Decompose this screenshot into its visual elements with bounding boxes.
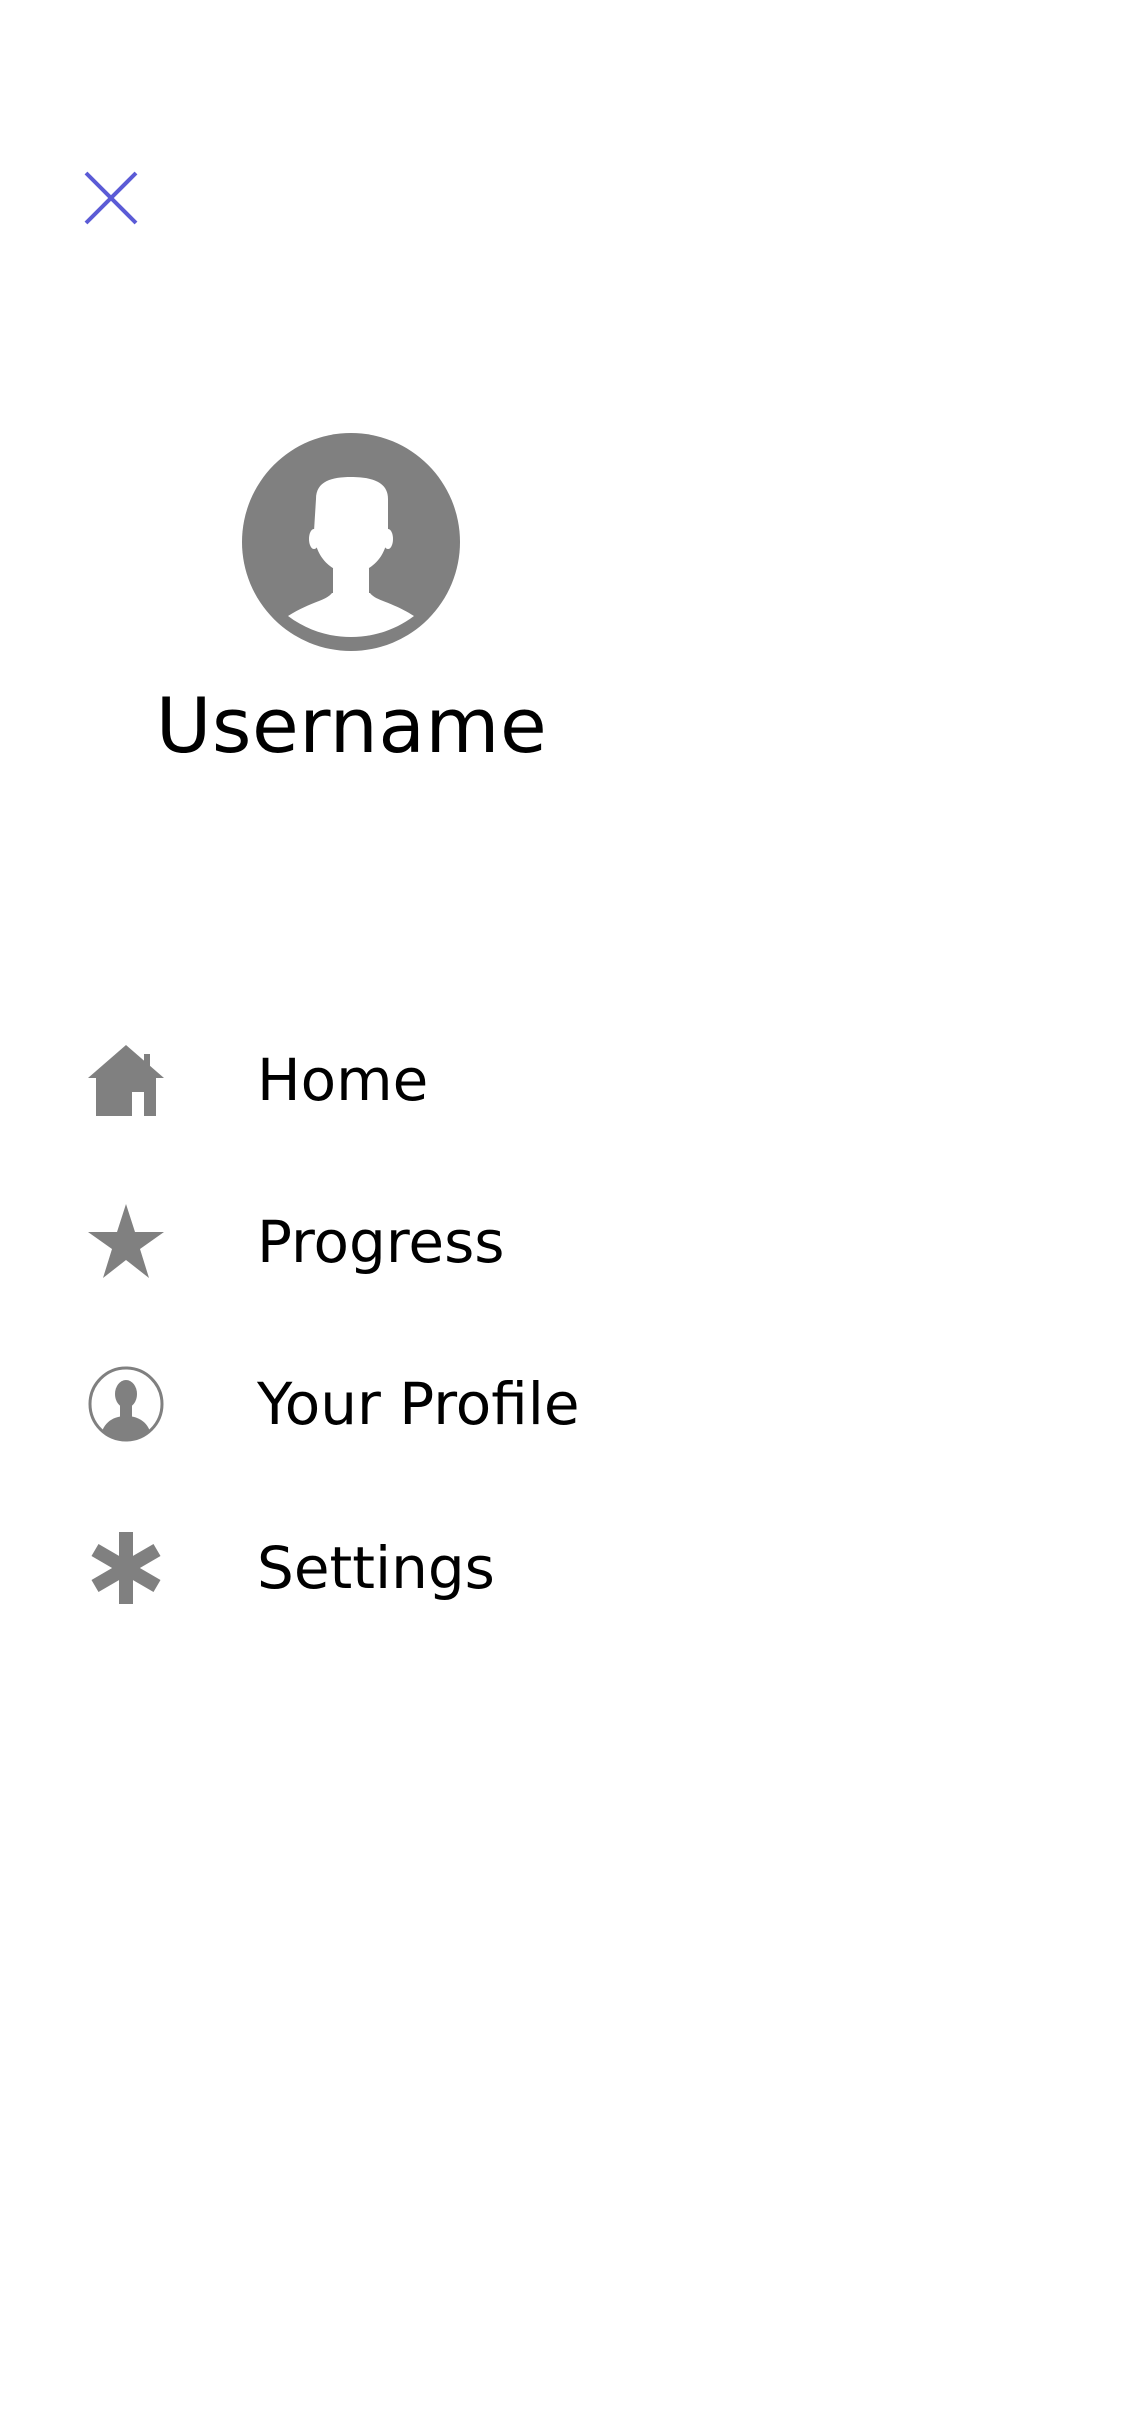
close-icon <box>84 171 138 225</box>
menu-item-progress[interactable]: Progress <box>86 1192 986 1292</box>
menu-item-settings[interactable]: Settings <box>86 1518 986 1618</box>
username: Username <box>155 681 548 770</box>
menu-item-label: Your Profile <box>257 1370 580 1438</box>
menu-item-your-profile[interactable]: Your Profile <box>86 1354 986 1454</box>
avatar <box>242 433 460 651</box>
asterisk-icon <box>86 1528 166 1608</box>
profile-icon <box>86 1364 166 1444</box>
menu-item-label: Home <box>257 1046 429 1114</box>
star-icon <box>86 1202 166 1282</box>
menu-item-label: Settings <box>257 1534 495 1602</box>
user-silhouette-icon <box>242 433 460 651</box>
menu-item-label: Progress <box>257 1208 505 1276</box>
home-icon <box>86 1040 166 1120</box>
menu-item-home[interactable]: Home <box>86 1030 986 1130</box>
close-button[interactable] <box>84 171 138 225</box>
